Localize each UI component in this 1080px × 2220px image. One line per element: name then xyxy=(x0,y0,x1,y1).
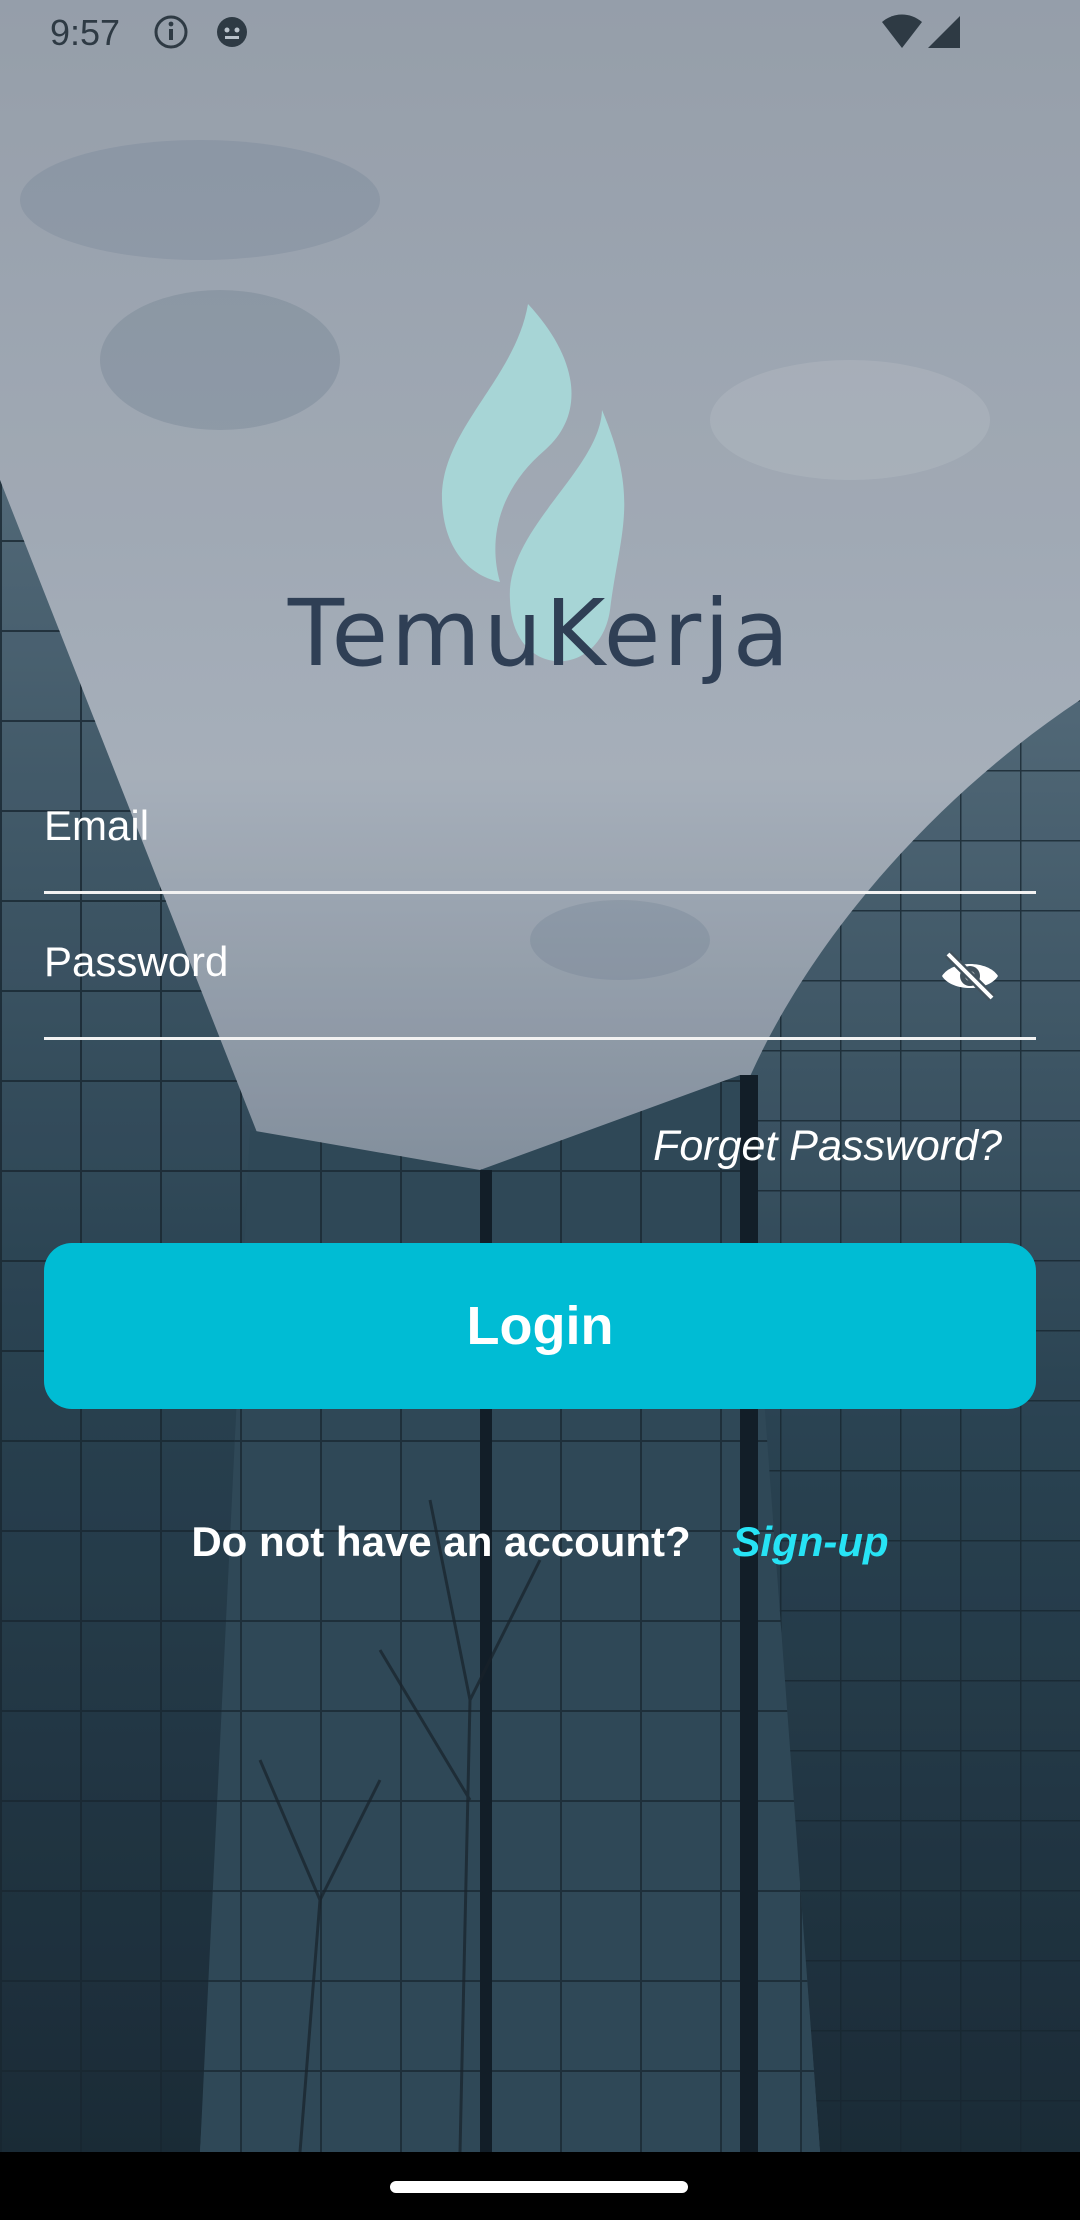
email-field[interactable]: Email xyxy=(44,802,149,850)
password-field-underline xyxy=(44,1037,1036,1040)
password-field[interactable]: Password xyxy=(44,938,228,986)
cellular-signal-icon xyxy=(928,16,960,48)
visibility-off-icon[interactable] xyxy=(938,948,1002,1004)
forgot-password-link[interactable]: Forget Password? xyxy=(653,1122,1002,1171)
signup-row: Do not have an account? Sign-up xyxy=(0,1518,1080,1566)
login-button[interactable]: Login xyxy=(44,1243,1036,1409)
info-icon xyxy=(154,15,188,49)
android-debug-icon xyxy=(217,17,247,47)
email-field-underline xyxy=(44,891,1036,894)
status-bar: 9:57 xyxy=(0,0,1080,66)
app-name: TemuKerja xyxy=(287,580,793,687)
status-time: 9:57 xyxy=(50,12,121,53)
signup-link[interactable]: Sign-up xyxy=(732,1518,888,1565)
wifi-icon xyxy=(882,14,922,48)
login-screen: 9:57 TemuKerja Email Password Forget Pas… xyxy=(0,0,1080,2220)
signup-question: Do not have an account? xyxy=(191,1518,691,1565)
home-gesture-handle[interactable] xyxy=(390,2181,688,2193)
